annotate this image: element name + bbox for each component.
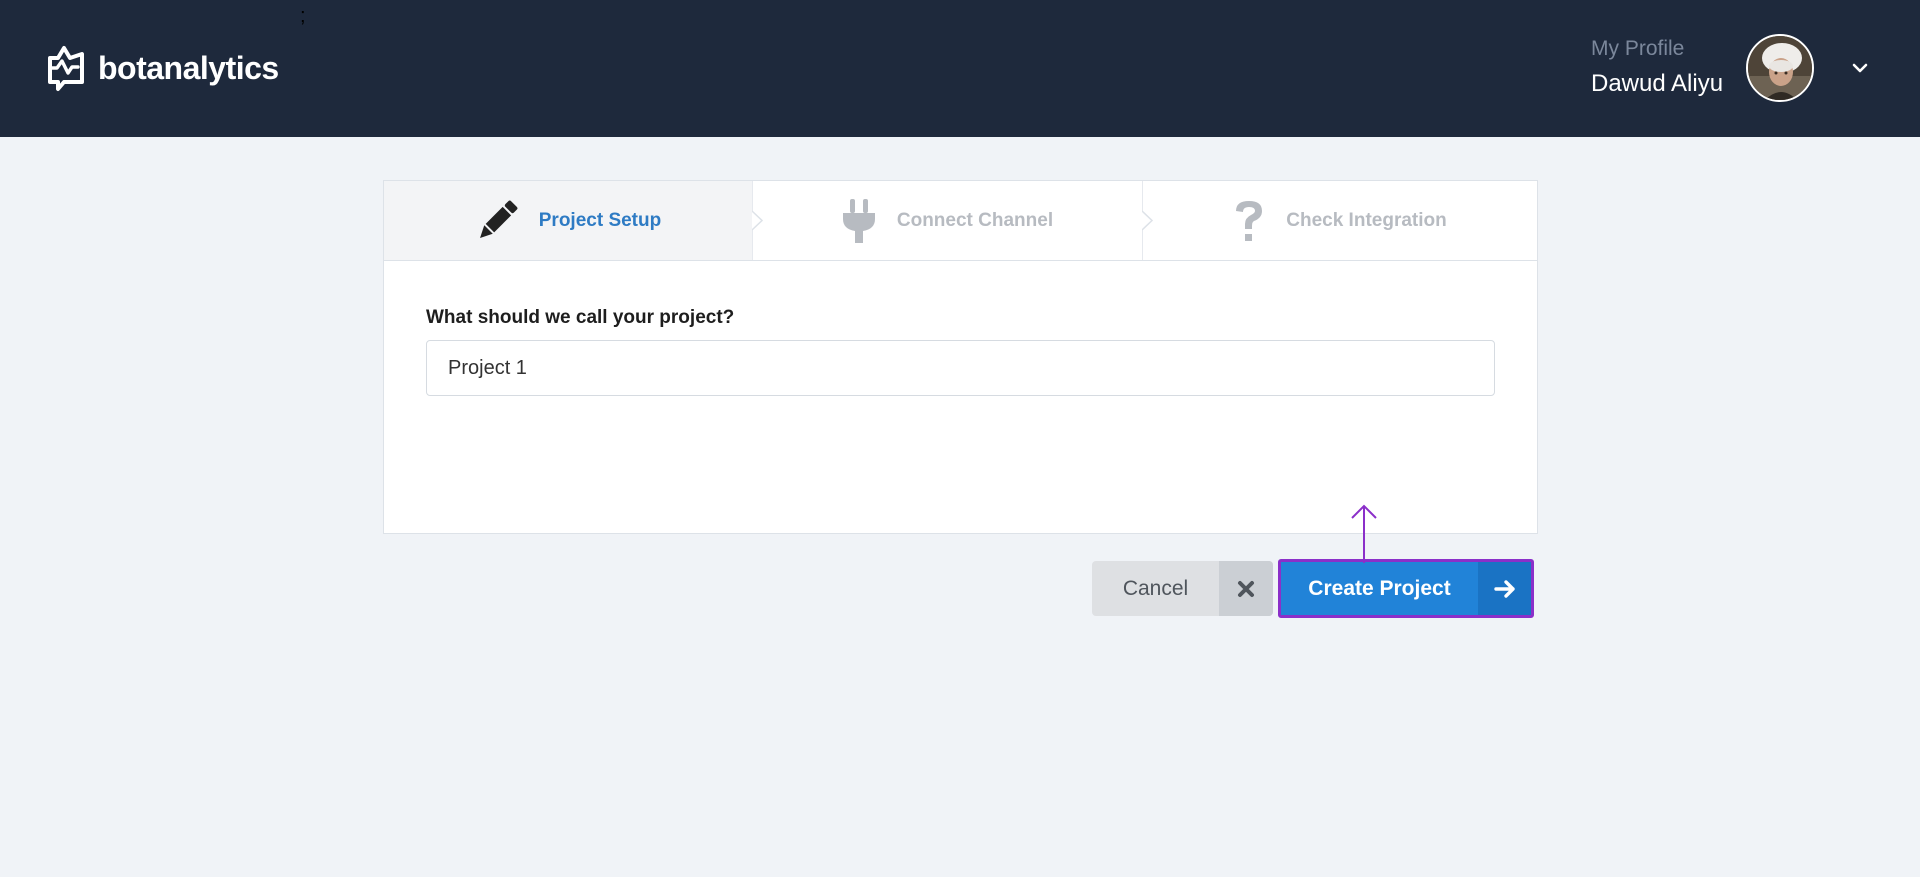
chevron-down-icon[interactable] <box>1848 58 1872 78</box>
step-connect-channel-label: Connect Channel <box>896 209 1054 231</box>
brand-home-link[interactable]: botanalytics <box>44 44 279 92</box>
create-project-button[interactable]: Create Project <box>1278 559 1534 618</box>
step-connect-channel[interactable]: Connect Channel <box>752 181 1142 260</box>
arrow-right-icon <box>1478 562 1531 615</box>
plug-icon <box>842 198 875 243</box>
step-project-setup-label: Project Setup <box>538 209 662 231</box>
avatar[interactable] <box>1746 34 1814 102</box>
cancel-button[interactable]: Cancel <box>1092 561 1273 616</box>
step-divider <box>752 181 764 260</box>
step-check-integration[interactable]: Check Integration <box>1142 181 1537 260</box>
step-divider <box>1142 181 1154 260</box>
close-icon <box>1219 561 1273 616</box>
stray-character: ; <box>300 5 306 27</box>
step-project-setup[interactable]: Project Setup <box>384 181 752 260</box>
question-icon <box>1236 200 1263 241</box>
avatar-image <box>1748 36 1812 100</box>
top-navigation-bar: ; botanalytics My Profile Dawud Aliyu <box>0 0 1920 137</box>
step-check-integration-label: Check Integration <box>1286 209 1447 231</box>
project-name-input[interactable] <box>426 340 1495 396</box>
cancel-button-label: Cancel <box>1122 576 1189 600</box>
pencil-icon <box>479 200 518 238</box>
create-project-wizard: Project Setup Connect Channel Check Inte… <box>383 180 1538 618</box>
botanalytics-logo-icon <box>48 46 84 91</box>
arrow-up-icon <box>1351 504 1377 563</box>
wizard-steps: Project Setup Connect Channel Check Inte… <box>384 181 1537 261</box>
project-name-label: What should we call your project? <box>426 307 735 328</box>
project-form: What should we call your project? Cancel… <box>426 306 1534 618</box>
brand-name: botanalytics <box>98 50 279 86</box>
create-project-button-label: Create Project <box>1308 576 1451 600</box>
